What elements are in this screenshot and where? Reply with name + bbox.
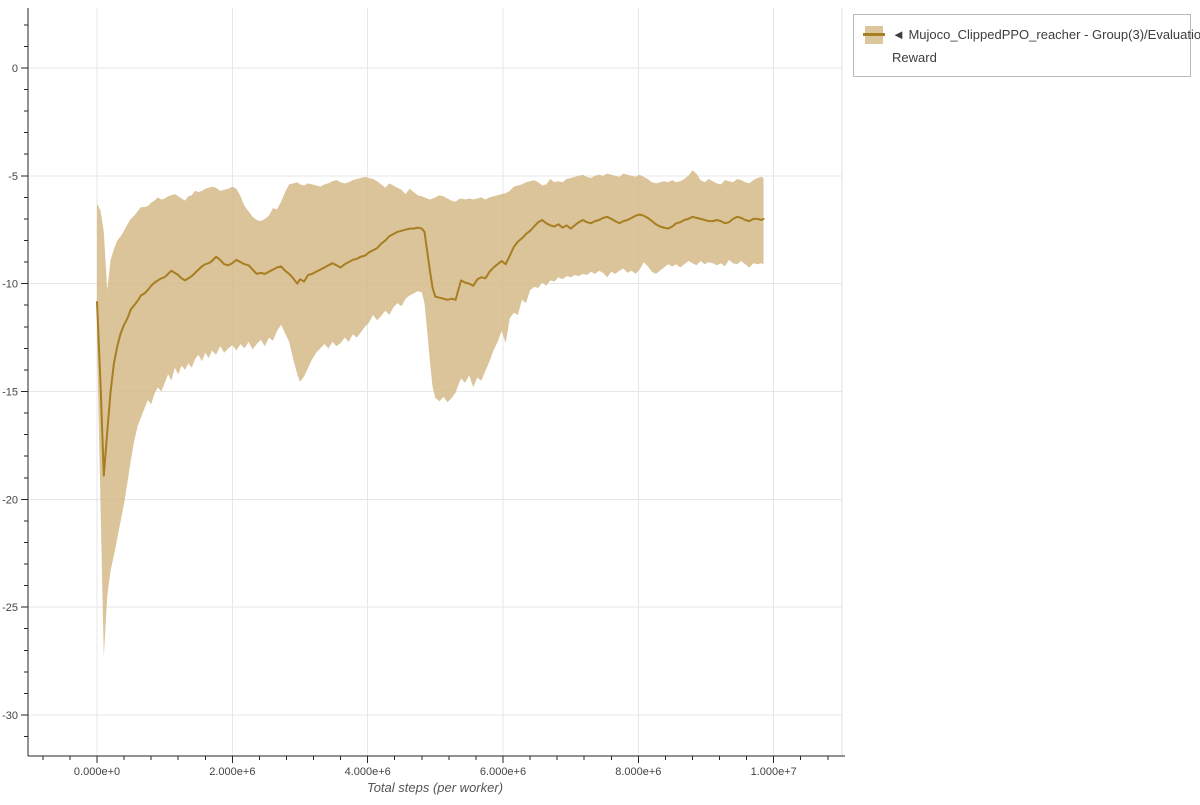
evaluation-reward-chart[interactable]: 0.000e+0 2.000e+6 4.000e+6 6.000e+6 8.000e+6…	[0, 0, 1200, 800]
legend-band-swatch	[863, 26, 885, 44]
x-tick-label: 2.000e+6	[209, 766, 255, 778]
x-tick-label: 6.000e+6	[480, 766, 526, 778]
x-tick-label: 1.000e+7	[751, 766, 797, 778]
legend-mean-line	[863, 33, 885, 36]
y-tick-label: -25	[2, 602, 18, 614]
y-tick-label: -30	[2, 710, 18, 722]
chart-legend[interactable]: ◄ Mujoco_ClippedPPO_reacher - Group(3)/E…	[853, 14, 1200, 77]
dashboard-page: 0.000e+0 2.000e+6 4.000e+6 6.000e+6 8.000e+6…	[0, 0, 1200, 805]
y-tick-label: -5	[8, 171, 18, 183]
legend-label: ◄ Mujoco_ClippedPPO_reacher - Group(3)/E…	[892, 23, 1200, 69]
y-tick-label: -20	[2, 494, 18, 506]
confidence-band	[97, 170, 764, 657]
y-tick-label: -15	[2, 386, 18, 398]
x-tick-label: 8.000e+6	[615, 766, 661, 778]
y-tick-label: -10	[2, 279, 18, 291]
band-layer	[97, 170, 764, 657]
legend-label-line1: ◄ Mujoco_ClippedPPO_reacher - Group(3)/E…	[892, 27, 1200, 42]
legend-label-line2: Reward	[892, 50, 937, 65]
x-tick-label: 4.000e+6	[345, 766, 391, 778]
y-tick-label: 0	[12, 63, 18, 75]
x-axis-title: Total steps (per worker)	[367, 780, 503, 795]
x-tick-label: 0.000e+0	[74, 766, 120, 778]
